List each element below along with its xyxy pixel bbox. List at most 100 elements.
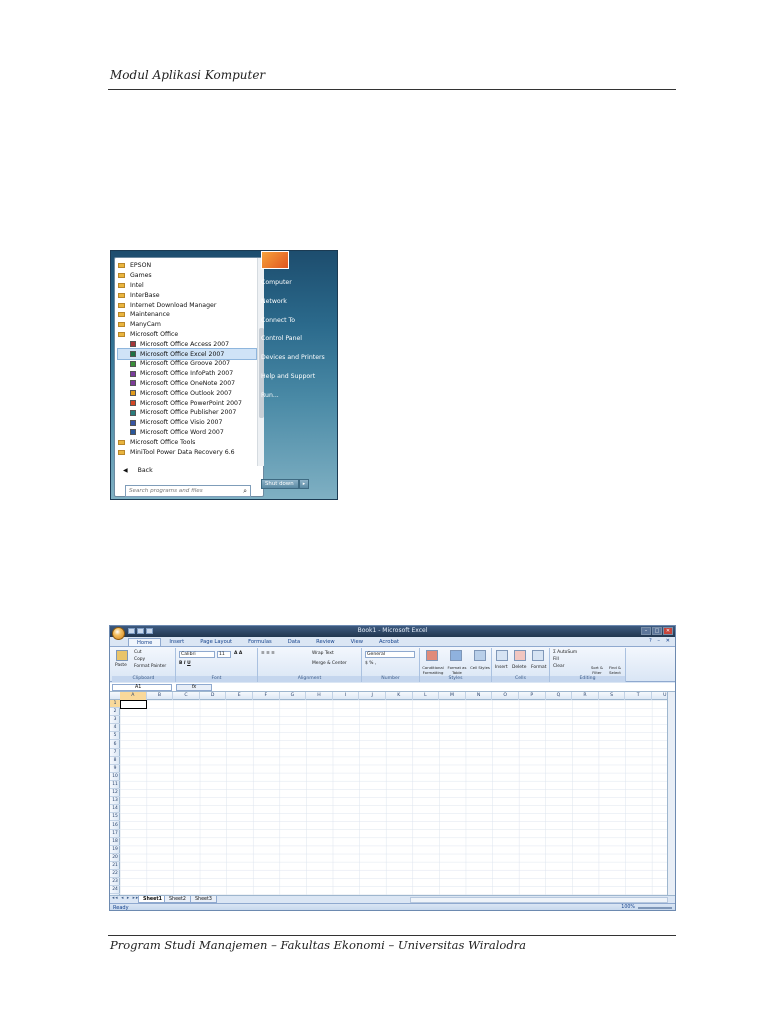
bold-icon[interactable]: B I U bbox=[179, 661, 191, 666]
font-size-select[interactable]: 11 bbox=[217, 651, 231, 658]
row-header[interactable]: 8 bbox=[110, 757, 120, 765]
program-item[interactable]: InterBase bbox=[118, 290, 256, 300]
insert-cells-icon[interactable] bbox=[496, 650, 508, 661]
program-item[interactable]: Microsoft Office PowerPoint 2007 bbox=[118, 398, 256, 408]
column-header[interactable]: L bbox=[413, 692, 440, 700]
right-menu-item[interactable]: Devices and Printers bbox=[261, 354, 335, 373]
close-icon[interactable]: ✕ bbox=[663, 627, 673, 635]
row-header[interactable]: 18 bbox=[110, 838, 120, 846]
right-menu-item[interactable]: Computer bbox=[261, 279, 335, 298]
align-icon[interactable]: ≡ ≡ ≡ bbox=[261, 651, 275, 656]
column-header[interactable]: K bbox=[386, 692, 413, 700]
row-header[interactable]: 19 bbox=[110, 846, 120, 854]
program-item[interactable]: Microsoft Office Visio 2007 bbox=[118, 418, 256, 428]
currency-icon[interactable]: $ % , bbox=[365, 661, 376, 666]
name-box[interactable]: A1 bbox=[112, 684, 172, 691]
sheet-tab[interactable]: Sheet2 bbox=[164, 896, 191, 903]
sort-filter-button[interactable]: Sort & Filter bbox=[588, 665, 606, 675]
merge-center-button[interactable]: Merge & Center bbox=[312, 661, 347, 666]
program-item[interactable]: Microsoft Office Groove 2007 bbox=[118, 359, 256, 369]
column-header[interactable]: O bbox=[492, 692, 519, 700]
column-header[interactable]: C bbox=[173, 692, 200, 700]
row-header[interactable]: 24 bbox=[110, 886, 120, 895]
column-header[interactable]: A bbox=[120, 692, 147, 700]
row-header[interactable]: 1 bbox=[110, 700, 120, 709]
format-painter-button[interactable]: Format Painter bbox=[134, 664, 166, 669]
format-table-icon[interactable] bbox=[450, 650, 462, 661]
row-header[interactable]: 17 bbox=[110, 830, 120, 838]
column-header[interactable]: G bbox=[280, 692, 307, 700]
cut-button[interactable]: Cut bbox=[134, 650, 142, 655]
column-header[interactable]: S bbox=[599, 692, 626, 700]
right-menu-item[interactable]: Network bbox=[261, 298, 335, 317]
column-header[interactable]: Q bbox=[546, 692, 573, 700]
column-header[interactable]: E bbox=[226, 692, 253, 700]
program-item[interactable]: EPSON bbox=[118, 261, 256, 271]
row-header[interactable]: 6 bbox=[110, 741, 120, 749]
column-header[interactable]: N bbox=[466, 692, 493, 700]
row-header[interactable]: 13 bbox=[110, 797, 120, 806]
program-item[interactable]: Internet Download Manager bbox=[118, 300, 256, 310]
clear-button[interactable]: Clear bbox=[553, 664, 564, 669]
help-icon[interactable]: ? – ✕ bbox=[649, 638, 672, 644]
program-item[interactable]: Intel bbox=[118, 281, 256, 291]
program-item[interactable]: Microsoft Office Tools bbox=[118, 437, 256, 447]
redo-icon[interactable] bbox=[146, 628, 153, 634]
active-cell[interactable] bbox=[120, 700, 147, 709]
row-header[interactable]: 10 bbox=[110, 773, 120, 781]
grow-font-icon[interactable]: A A bbox=[234, 651, 242, 656]
right-menu-item[interactable]: Help and Support bbox=[261, 373, 335, 392]
minimize-icon[interactable]: – bbox=[641, 627, 651, 635]
fill-button[interactable]: Fill bbox=[553, 657, 559, 662]
search-input[interactable]: Search programs and files ⌕ bbox=[125, 485, 251, 497]
column-header[interactable]: I bbox=[333, 692, 360, 700]
row-header[interactable]: 7 bbox=[110, 749, 120, 757]
row-header[interactable]: 20 bbox=[110, 854, 120, 862]
program-item[interactable]: Microsoft Office Excel 2007 bbox=[117, 348, 257, 360]
save-icon[interactable] bbox=[128, 628, 135, 634]
zoom-slider[interactable] bbox=[638, 907, 672, 909]
sheet-tab[interactable]: Sheet1 bbox=[138, 896, 168, 903]
paste-button[interactable]: Paste bbox=[115, 663, 127, 668]
wrap-text-button[interactable]: Wrap Text bbox=[312, 651, 334, 656]
delete-button[interactable]: Delete bbox=[512, 665, 526, 670]
row-header[interactable]: 15 bbox=[110, 813, 120, 822]
format-button[interactable]: Format bbox=[531, 665, 546, 670]
column-header[interactable]: D bbox=[200, 692, 227, 700]
program-item[interactable]: Microsoft Office InfoPath 2007 bbox=[118, 369, 256, 379]
shutdown-options-icon[interactable]: ▸ bbox=[299, 479, 309, 489]
number-format-select[interactable]: General bbox=[365, 651, 415, 658]
row-header[interactable]: 5 bbox=[110, 732, 120, 741]
insert-button[interactable]: Insert bbox=[495, 665, 508, 670]
program-item[interactable]: MiniTool Power Data Recovery 6.6 bbox=[118, 447, 256, 457]
format-cells-icon[interactable] bbox=[532, 650, 544, 661]
row-header[interactable]: 9 bbox=[110, 765, 120, 773]
sheet-tab[interactable]: Sheet3 bbox=[190, 896, 217, 903]
autosum-button[interactable]: Σ AutoSum bbox=[553, 650, 577, 655]
cell-styles-button[interactable]: Cell Styles bbox=[470, 665, 490, 670]
copy-button[interactable]: Copy bbox=[134, 657, 145, 662]
column-header[interactable]: P bbox=[519, 692, 546, 700]
program-item[interactable]: Microsoft Office Word 2007 bbox=[118, 428, 256, 438]
fx-icon[interactable]: fx bbox=[176, 684, 212, 691]
shutdown-button[interactable]: Shut down bbox=[261, 479, 299, 489]
program-item[interactable]: Microsoft Office Publisher 2007 bbox=[118, 408, 256, 418]
column-header[interactable]: M bbox=[439, 692, 466, 700]
maximize-icon[interactable]: □ bbox=[652, 627, 662, 635]
delete-cells-icon[interactable] bbox=[514, 650, 526, 661]
row-header[interactable]: 3 bbox=[110, 716, 120, 725]
undo-icon[interactable] bbox=[137, 628, 144, 634]
row-header[interactable]: 12 bbox=[110, 789, 120, 798]
right-menu-item[interactable]: Connect To bbox=[261, 317, 335, 336]
program-item[interactable]: ManyCam bbox=[118, 320, 256, 330]
cell-styles-icon[interactable] bbox=[474, 650, 486, 661]
row-header[interactable]: 21 bbox=[110, 862, 120, 871]
program-item[interactable]: Microsoft Office bbox=[118, 330, 256, 340]
conditional-formatting-button[interactable]: Conditional Formatting bbox=[421, 665, 445, 675]
right-menu-item[interactable]: Run... bbox=[261, 392, 335, 411]
row-header[interactable]: 2 bbox=[110, 708, 120, 717]
column-header[interactable]: T bbox=[625, 692, 652, 700]
row-header[interactable]: 4 bbox=[110, 724, 120, 733]
program-item[interactable]: Microsoft Office Access 2007 bbox=[118, 339, 256, 349]
column-header[interactable]: B bbox=[147, 692, 174, 700]
